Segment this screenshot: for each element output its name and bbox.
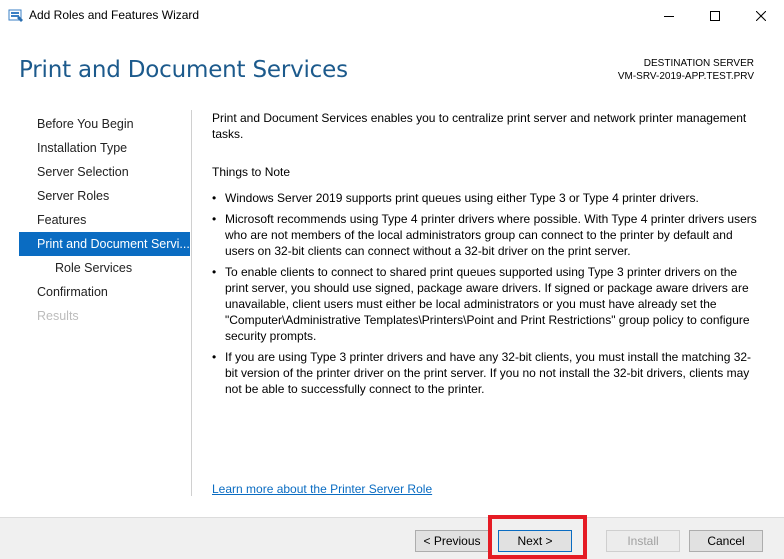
nav-item-role-services[interactable]: Role Services [19,256,190,280]
intro-text: Print and Document Services enables you … [212,111,747,141]
nav-item-installation-type[interactable]: Installation Type [19,136,190,160]
server-manager-icon [8,7,24,23]
close-icon [756,10,766,21]
title-bar: Add Roles and Features Wizard [0,0,784,31]
main-content: Print and Document Services enables you … [212,110,760,402]
window-title: Add Roles and Features Wizard [29,8,200,22]
notes-list: Windows Server 2019 supports print queue… [212,190,760,397]
wizard-footer: < Previous Next > Install Cancel [0,517,784,559]
notes-heading: Things to Note [212,165,291,179]
nav-item-server-roles[interactable]: Server Roles [19,184,190,208]
list-item: Microsoft recommends using Type 4 printe… [212,211,760,259]
maximize-button[interactable] [692,0,738,31]
nav-item-features[interactable]: Features [19,208,190,232]
nav-item-server-selection[interactable]: Server Selection [19,160,190,184]
install-button: Install [606,530,680,552]
destination-server-info: DESTINATION SERVER VM-SRV-2019-APP.TEST.… [618,57,754,83]
minimize-icon [664,15,674,17]
page-title: Print and Document Services [19,57,348,83]
nav-item-results: Results [37,309,79,323]
close-button[interactable] [738,0,784,31]
destination-server-name: VM-SRV-2019-APP.TEST.PRV [617,71,754,82]
nav-item-confirmation[interactable]: Confirmation [19,280,190,304]
wizard-steps-nav: Before You Begin Installation Type Serve… [19,112,190,328]
list-item: To enable clients to connect to shared p… [212,264,760,344]
sidebar-divider [191,110,192,496]
cancel-button[interactable]: Cancel [689,530,763,552]
learn-more-link[interactable]: Learn more about the Printer Server Role [212,482,432,496]
maximize-icon [710,10,720,21]
previous-button[interactable]: < Previous [415,530,489,552]
destination-label: DESTINATION SERVER [643,58,754,69]
list-item: If you are using Type 3 printer drivers … [212,349,760,397]
next-button[interactable]: Next > [498,530,572,552]
nav-item-print-document-services[interactable]: Print and Document Servi... [19,232,190,256]
minimize-button[interactable] [646,0,692,31]
nav-item-before-you-begin[interactable]: Before You Begin [19,112,190,136]
wizard-header: Print and Document Services DESTINATION … [0,31,784,103]
list-item: Windows Server 2019 supports print queue… [212,190,760,206]
